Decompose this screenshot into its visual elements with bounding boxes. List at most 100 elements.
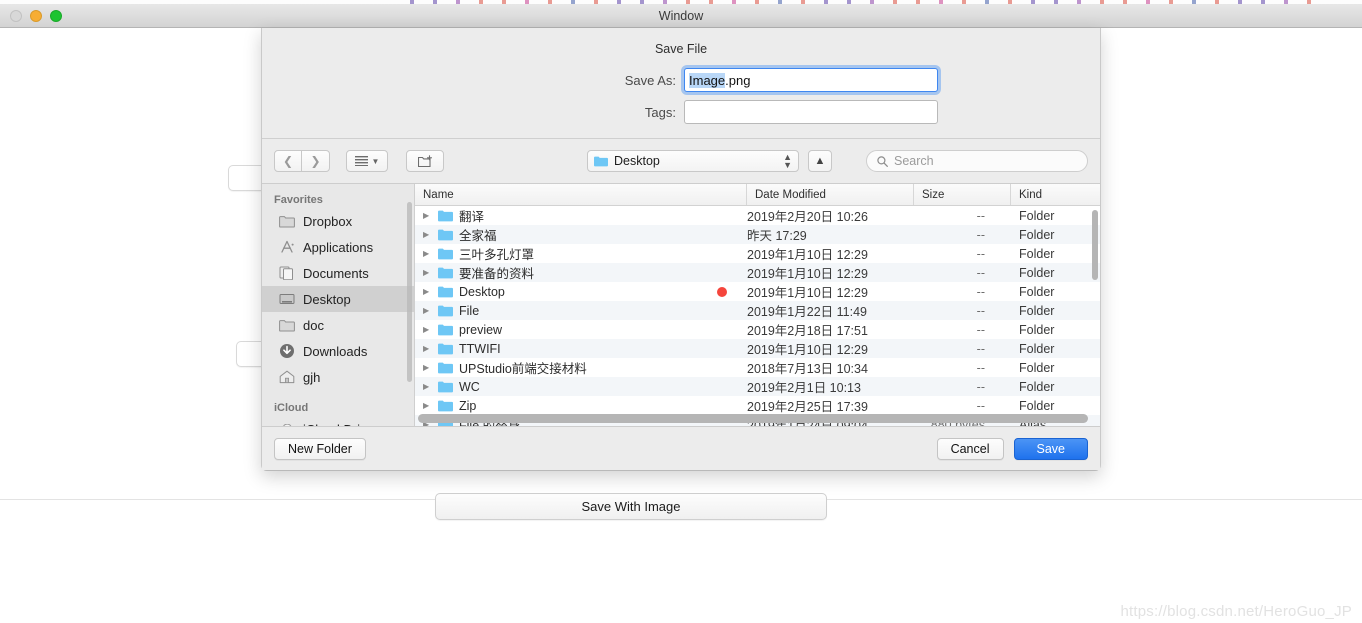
table-row[interactable]: ▶UPStudio前端交接材料2018年7月13日 10:34--Folder (415, 358, 1100, 377)
column-header-date-modified[interactable]: Date Modified (747, 184, 914, 205)
cloud-icon (278, 422, 295, 427)
table-row[interactable]: ▶翻译2019年2月20日 10:26--Folder (415, 206, 1100, 225)
minimize-button-icon[interactable] (30, 10, 42, 22)
disclosure-triangle-icon[interactable]: ▶ (423, 325, 432, 334)
go-up-button[interactable]: ▲ (808, 150, 832, 172)
disclosure-triangle-icon[interactable]: ▶ (423, 287, 432, 296)
new-folder-toolbar-button[interactable] (406, 150, 444, 172)
cell-name[interactable]: ▶全家福 (415, 225, 747, 244)
disclosure-triangle-icon[interactable]: ▶ (423, 363, 432, 372)
list-view-icon (355, 156, 368, 166)
stepper-icon: ▲▼ (783, 153, 792, 169)
cell-name[interactable]: ▶三叶多孔灯罩 (415, 244, 747, 263)
cell-size: -- (914, 247, 1011, 261)
disclosure-triangle-icon[interactable]: ▶ (423, 382, 432, 391)
table-row[interactable]: ▶全家福昨天 17:29--Folder (415, 225, 1100, 244)
table-row[interactable]: ▶WC2019年2月1日 10:13--Folder (415, 377, 1100, 396)
zoom-button-icon[interactable] (50, 10, 62, 22)
folder-icon (438, 400, 453, 412)
sidebar[interactable]: Favorites Dropbox Applications (262, 184, 415, 426)
sidebar-item-label: Documents (303, 266, 369, 281)
file-name-label: UPStudio前端交接材料 (459, 358, 587, 377)
table-row[interactable]: ▶preview2019年2月18日 17:51--Folder (415, 320, 1100, 339)
column-header-kind[interactable]: Kind (1011, 184, 1100, 205)
disclosure-triangle-icon[interactable]: ▶ (423, 306, 432, 315)
cell-size: -- (914, 285, 1011, 299)
cell-name[interactable]: ▶ 要准备的资料 (415, 263, 747, 282)
save-as-rest-text: .png (725, 73, 750, 88)
save-as-label: Save As: (424, 73, 684, 88)
cell-name[interactable]: ▶ TTWIFI (415, 342, 747, 356)
sidebar-item-documents[interactable]: Documents (262, 260, 414, 286)
disclosure-triangle-icon[interactable]: ▶ (423, 268, 432, 277)
disclosure-triangle-icon[interactable]: ▶ (423, 401, 432, 410)
cell-name[interactable]: ▶翻译 (415, 206, 747, 225)
cell-kind: Folder (1011, 209, 1100, 223)
file-browser-body: Favorites Dropbox Applications (262, 183, 1100, 426)
disclosure-triangle-icon[interactable]: ▶ (423, 249, 432, 258)
back-button[interactable]: ❮ (274, 150, 302, 172)
save-button[interactable]: Save (1014, 438, 1089, 460)
folder-icon (438, 381, 453, 393)
file-name-label: File (459, 304, 479, 318)
sidebar-item-desktop[interactable]: Desktop (262, 286, 414, 312)
cell-size: -- (914, 266, 1011, 280)
file-list-vertical-scrollbar[interactable] (1092, 210, 1098, 280)
cell-date-modified: 2019年1月22日 11:49 (747, 301, 914, 320)
cell-size: -- (914, 228, 1011, 242)
sidebar-item-label: gjh (303, 370, 320, 385)
close-button-icon[interactable] (10, 10, 22, 22)
sidebar-item-label: iCloud Drive (303, 422, 374, 427)
column-header-name[interactable]: Name (415, 184, 747, 205)
sidebar-item-dropbox[interactable]: Dropbox (262, 208, 414, 234)
forward-button[interactable]: ❯ (302, 150, 330, 172)
file-list-horizontal-scrollbar[interactable] (418, 414, 1088, 423)
file-list[interactable]: Name Date Modified Size Kind ▶翻译2019年2月2… (415, 184, 1100, 426)
file-name-label: 要准备的资料 (459, 263, 534, 282)
sidebar-item-gjh[interactable]: gjh (262, 364, 414, 390)
save-as-input[interactable]: Image.png (684, 68, 938, 92)
table-row[interactable]: ▶三叶多孔灯罩2019年1月10日 12:29--Folder (415, 244, 1100, 263)
sidebar-item-downloads[interactable]: Downloads (262, 338, 414, 364)
cell-name[interactable]: ▶WC (415, 380, 747, 394)
sidebar-item-doc[interactable]: doc (262, 312, 414, 338)
cell-date-modified: 2019年1月10日 12:29 (747, 263, 914, 282)
path-popup-button[interactable]: Desktop ▲▼ (587, 150, 799, 172)
sidebar-item-icloud-drive[interactable]: iCloud Drive (262, 416, 414, 426)
applications-icon (278, 240, 295, 255)
disclosure-triangle-icon[interactable]: ▶ (423, 344, 432, 353)
cell-name[interactable]: ▶preview (415, 323, 747, 337)
chevron-right-icon: ❯ (310, 154, 320, 168)
view-options-button[interactable]: ▼ (346, 150, 388, 172)
cell-name[interactable]: ▶Zip (415, 399, 747, 413)
folder-icon (594, 156, 608, 167)
file-name-label: TTWIFI (459, 342, 501, 356)
table-row[interactable]: ▶TTWIFI2019年1月10日 12:29--Folder (415, 339, 1100, 358)
cell-name[interactable]: ▶Desktop (415, 285, 747, 299)
table-row[interactable]: ▶File2019年1月22日 11:49--Folder (415, 301, 1100, 320)
sidebar-item-applications[interactable]: Applications (262, 234, 414, 260)
sidebar-scrollbar[interactable] (407, 202, 412, 382)
new-folder-button[interactable]: New Folder (274, 438, 366, 460)
save-with-image-button[interactable]: Save With Image (435, 493, 827, 520)
folder-icon (438, 286, 453, 298)
search-field[interactable]: Search (866, 150, 1088, 172)
cell-name[interactable]: ▶ File (415, 304, 747, 318)
desktop-icon (278, 292, 295, 307)
sidebar-item-label: doc (303, 318, 324, 333)
tags-input[interactable] (684, 100, 938, 124)
disclosure-triangle-icon[interactable]: ▶ (423, 230, 432, 239)
table-row[interactable]: ▶要准备的资料2019年1月10日 12:29--Folder (415, 263, 1100, 282)
sidebar-section-title-favorites: Favorites (262, 190, 414, 208)
save-file-sheet: Save File Save As: Image.png Tags: ❮ ❯ (261, 28, 1101, 471)
cell-name[interactable]: ▶ UPStudio前端交接材料 (415, 358, 747, 377)
table-row[interactable]: ▶Zip2019年2月25日 17:39--Folder (415, 396, 1100, 415)
column-header-size[interactable]: Size (914, 184, 1011, 205)
cancel-button[interactable]: Cancel (937, 438, 1004, 460)
sheet-title: Save File (262, 42, 1100, 56)
cell-size: -- (914, 209, 1011, 223)
table-row[interactable]: ▶Desktop2019年1月10日 12:29--Folder (415, 282, 1100, 301)
cell-size: -- (914, 304, 1011, 318)
disclosure-triangle-icon[interactable]: ▶ (423, 211, 432, 220)
folder-icon (438, 229, 453, 241)
